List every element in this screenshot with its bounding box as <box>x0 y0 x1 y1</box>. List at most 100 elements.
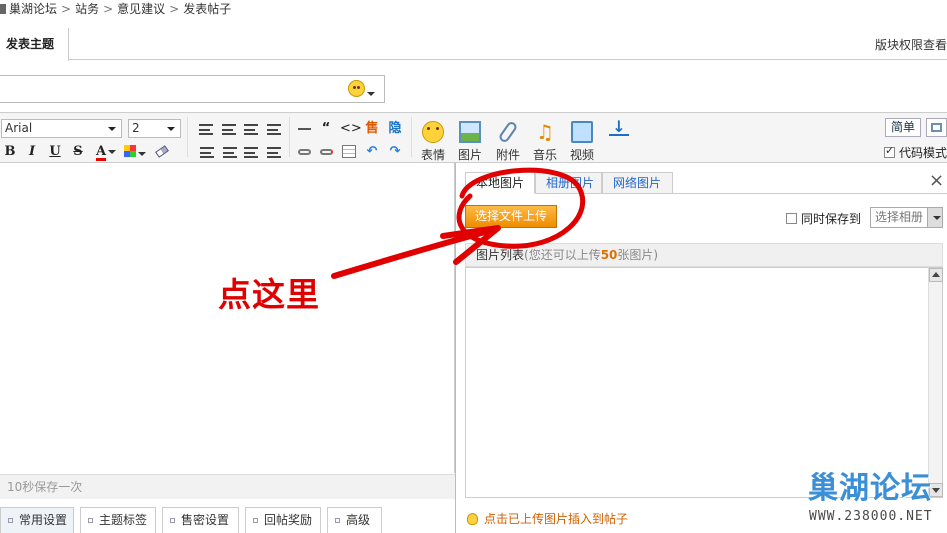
scroll-up-icon[interactable] <box>929 268 943 282</box>
album-select-arrow <box>927 208 942 227</box>
tab-label: 主题标签 <box>99 513 148 527</box>
unlink-button[interactable] <box>317 143 335 161</box>
hide-button[interactable]: 隐 <box>386 120 404 138</box>
chevron-down-icon <box>167 127 175 131</box>
sell-button[interactable]: 售 <box>363 120 381 138</box>
save-to-album-checkbox[interactable] <box>786 213 797 224</box>
font-family-select[interactable]: Arial <box>1 119 122 138</box>
paperclip-icon <box>497 120 519 144</box>
code-mode-label: 代码模式 <box>899 146 947 160</box>
redo-button[interactable]: ↷ <box>386 143 404 161</box>
subject-emoji-button[interactable] <box>348 80 378 98</box>
breadcrumb-item-current: 发表帖子 <box>183 2 232 16</box>
tab-new-thread[interactable]: 发表主题 <box>0 28 69 61</box>
table-icon <box>342 145 356 158</box>
save-to-album-label: 同时保存到 <box>801 212 862 226</box>
save-to-album-option[interactable]: 同时保存到 <box>786 210 861 227</box>
table-button[interactable] <box>340 143 358 161</box>
breadcrumb-item-board[interactable]: 意见建议 <box>117 2 165 16</box>
upload-quota-count: 50 <box>600 248 618 262</box>
tab-bullet-icon <box>170 518 175 523</box>
breadcrumb: 巢湖论坛 > 站务 > 意见建议 > 发表帖子 <box>0 0 231 18</box>
subject-input[interactable] <box>0 75 385 103</box>
select-file-upload-button[interactable]: 选择文件上传 <box>465 205 557 228</box>
clear-format-button[interactable] <box>153 143 171 161</box>
breadcrumb-item-site[interactable]: 站务 <box>75 2 99 16</box>
background-color-button[interactable] <box>124 145 148 159</box>
watermark-url: WWW.238000.NET <box>809 509 933 524</box>
undo-button[interactable]: ↶ <box>363 143 381 161</box>
home-icon <box>0 4 6 14</box>
upload-quota-prefix: (您还可以上传 <box>524 248 601 262</box>
image-button[interactable]: 图片 <box>454 121 486 163</box>
italic-button[interactable]: I <box>23 143 41 161</box>
strikethrough-button[interactable]: S <box>69 143 87 161</box>
download-remote-images-button[interactable]: ↓ <box>609 119 629 138</box>
album-select[interactable]: 选择相册 <box>870 207 943 228</box>
indent-button[interactable] <box>265 145 283 161</box>
code-mode-checkbox[interactable] <box>884 144 895 158</box>
video-label: 视频 <box>569 148 594 162</box>
image-icon <box>459 121 481 143</box>
tab-album-images[interactable]: 相册图片 <box>535 172 602 194</box>
insert-image-tip: 点击已上传图片插入到帖子 <box>467 510 628 527</box>
simple-mode-button[interactable]: 简单 <box>885 118 921 137</box>
image-label: 图片 <box>457 148 482 162</box>
music-button[interactable]: ♫ 音乐 <box>529 121 561 163</box>
attachment-button[interactable]: 附件 <box>492 120 524 163</box>
tab-reply-reward[interactable]: 回帖奖励 <box>245 507 321 533</box>
quote-icon: “ <box>321 121 331 136</box>
align-left-button[interactable] <box>197 122 215 138</box>
board-permission-link[interactable]: 版块权限查看 <box>875 36 947 53</box>
tab-common-settings[interactable]: 常用设置 <box>0 507 74 533</box>
link-button[interactable] <box>295 143 313 161</box>
breadcrumb-item-forum[interactable]: 巢湖论坛 <box>9 2 57 16</box>
underline-button[interactable]: U <box>46 143 64 161</box>
justify-button[interactable] <box>265 122 283 138</box>
autosave-status: 10秒保存一次 <box>0 474 455 499</box>
align-right-button[interactable] <box>242 122 260 138</box>
indent-icon <box>267 147 281 158</box>
upload-quota-suffix: 张图片) <box>617 248 659 262</box>
video-icon <box>571 121 593 143</box>
lightbulb-icon <box>467 513 478 525</box>
tab-sell-settings[interactable]: 售密设置 <box>162 507 239 533</box>
horizontal-rule-button[interactable] <box>295 120 313 138</box>
smiley-icon <box>422 121 444 143</box>
insert-image-tip-text: 点击已上传图片插入到帖子 <box>484 512 629 526</box>
tab-advanced[interactable]: 高级 <box>327 507 382 533</box>
video-button[interactable]: 视频 <box>566 121 598 163</box>
horizontal-rule-icon <box>297 127 311 130</box>
breadcrumb-separator: > <box>169 2 180 16</box>
eraser-icon <box>155 145 169 158</box>
bold-button[interactable]: B <box>1 143 19 161</box>
tab-topic-tags[interactable]: 主题标签 <box>80 507 156 533</box>
toolbar-divider <box>411 117 412 157</box>
chevron-down-icon <box>933 216 941 220</box>
undo-icon: ↶ <box>366 144 378 159</box>
download-icon: ↓ <box>609 119 629 136</box>
music-label: 音乐 <box>532 148 557 162</box>
chevron-down-icon <box>108 149 117 154</box>
annotation-click-here: 点这里 <box>218 275 320 314</box>
fullscreen-button[interactable] <box>926 118 947 137</box>
smiley-icon <box>348 80 365 97</box>
quote-button[interactable]: “ <box>317 120 335 138</box>
code-button[interactable]: <> <box>340 120 362 138</box>
outdent-button[interactable] <box>242 145 260 161</box>
code-mode-toggle[interactable]: 代码模式 <box>884 144 947 161</box>
tab-local-images[interactable]: 本地图片 <box>465 172 535 194</box>
sell-icon: 售 <box>365 121 379 136</box>
emoji-button[interactable]: 表情 <box>417 121 449 163</box>
font-family-value: Arial <box>5 121 33 135</box>
code-icon: <> <box>340 121 362 136</box>
ordered-list-button[interactable] <box>197 145 215 161</box>
font-color-button[interactable]: A <box>93 143 119 161</box>
message-editor[interactable] <box>0 163 455 473</box>
tab-web-images[interactable]: 网络图片 <box>602 172 673 194</box>
align-center-button[interactable] <box>220 122 238 138</box>
close-icon[interactable]: × <box>929 172 944 190</box>
unordered-list-button[interactable] <box>220 145 238 161</box>
font-size-select[interactable]: 2 <box>128 119 181 138</box>
link-icon <box>297 148 311 155</box>
